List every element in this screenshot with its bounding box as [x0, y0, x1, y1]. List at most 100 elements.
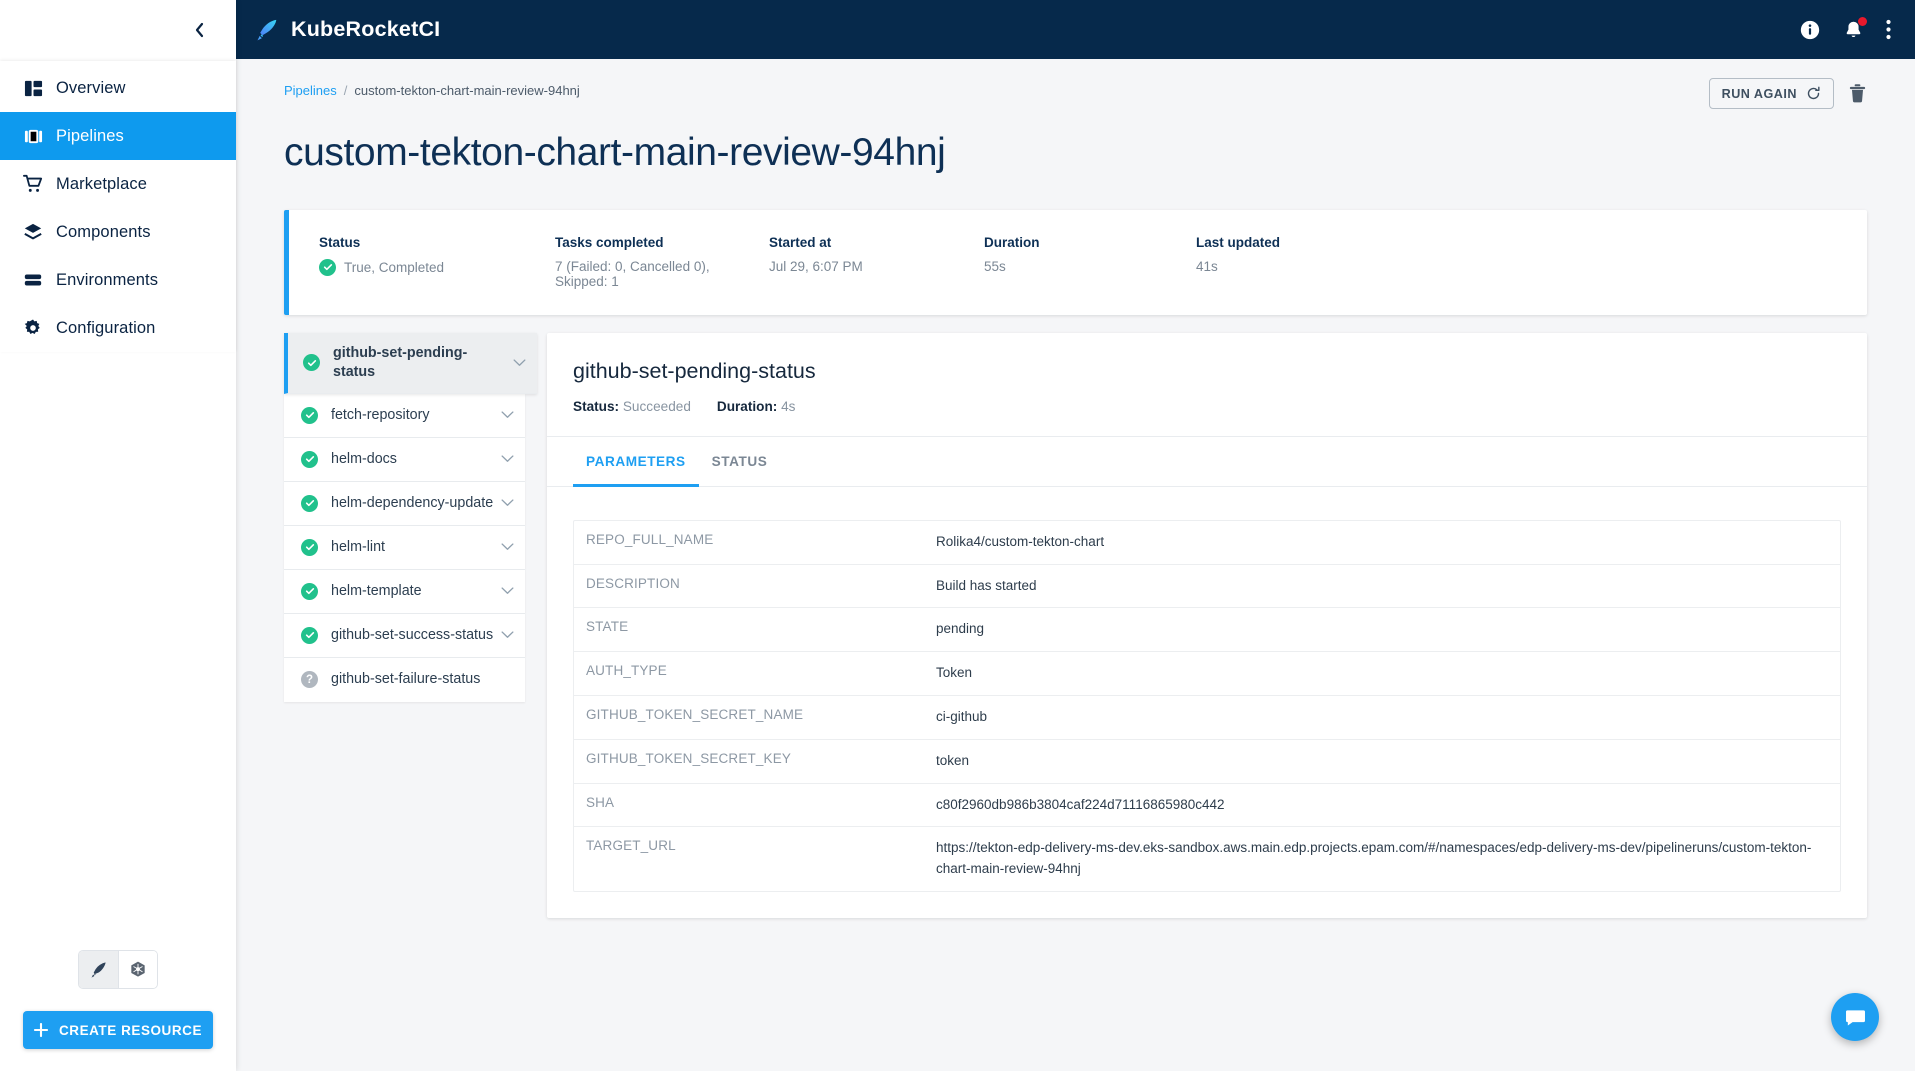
chevron-left-icon: [195, 22, 203, 37]
param-key: DESCRIPTION: [586, 575, 680, 591]
environments-icon: [10, 270, 56, 290]
task-list-item[interactable]: ? github-set-failure-status: [284, 657, 525, 702]
notification-badge: [1858, 16, 1867, 26]
task-status: Status: Succeeded: [573, 399, 691, 414]
sidebar-item-marketplace[interactable]: Marketplace: [0, 160, 236, 208]
sidebar-item-label: Pipelines: [56, 126, 124, 145]
task-name: fetch-repository: [331, 406, 430, 423]
check-circle-icon: [301, 450, 318, 468]
check-circle-icon: [301, 626, 318, 644]
status-summary-card: Status True, Completed Tasks completed 7…: [284, 209, 1867, 315]
stat-duration: Duration 55s: [954, 235, 1166, 289]
breadcrumb-link-pipelines[interactable]: Pipelines: [284, 83, 337, 98]
sidebar-nav: Overview Pipelines Marketplace Component…: [0, 61, 236, 352]
param-key: SHA: [586, 794, 615, 810]
more-vertical-icon[interactable]: [1886, 19, 1891, 40]
sidebar-item-components[interactable]: Components: [0, 208, 236, 256]
table-row: TARGET_URL https://tekton-edp-delivery-m…: [574, 827, 1840, 891]
page-content: Pipelines / custom-tekton-chart-main-rev…: [236, 59, 1915, 1071]
stat-value-wrap: True, Completed: [319, 258, 525, 276]
tab-status[interactable]: STATUS: [699, 437, 781, 487]
task-name: github-set-success-status: [331, 626, 494, 643]
task-name: github-set-failure-status: [331, 671, 481, 688]
sidebar-header: [0, 0, 236, 59]
kubernetes-helm-icon: [131, 961, 145, 977]
chevron-down-icon[interactable]: [501, 499, 515, 507]
param-value: ci-github: [936, 708, 988, 724]
stat-label: Duration: [984, 234, 1040, 250]
task-name: helm-lint: [331, 538, 386, 555]
breadcrumb-separator: /: [343, 83, 348, 98]
info-icon[interactable]: [1799, 19, 1821, 41]
sidebar-item-configuration[interactable]: Configuration: [0, 304, 236, 352]
tab-parameters[interactable]: PARAMETERS: [573, 437, 699, 487]
brand[interactable]: KubeRocketCI: [254, 17, 440, 43]
check-circle-icon: [301, 494, 318, 512]
sidebar-item-environments[interactable]: Environments: [0, 256, 236, 304]
chevron-down-icon[interactable]: [501, 631, 515, 639]
run-again-button[interactable]: RUN AGAIN: [1708, 78, 1834, 109]
chevron-down-icon[interactable]: [501, 543, 515, 551]
stat-label: Started at: [769, 234, 832, 250]
stat-value: 41s: [1196, 258, 1218, 274]
collapse-sidebar-button[interactable]: [186, 17, 212, 43]
check-circle-icon: [319, 258, 336, 276]
delete-button[interactable]: [1848, 83, 1867, 104]
layers-icon: [10, 222, 56, 242]
stat-tasks-completed: Tasks completed 7 (Failed: 0, Cancelled …: [525, 235, 739, 289]
chat-icon: [1845, 1009, 1865, 1026]
sidebar-footer: CREATE RESOURCE: [0, 950, 236, 1071]
task-list-item[interactable]: fetch-repository: [284, 393, 525, 438]
stat-label: Last updated: [1196, 234, 1281, 250]
sidebar-item-pipelines[interactable]: Pipelines: [0, 112, 236, 160]
param-key: REPO_FULL_NAME: [586, 531, 714, 547]
sidebar-item-label: Environments: [56, 270, 159, 289]
task-list-item[interactable]: github-set-success-status: [284, 613, 525, 658]
param-value: Token: [936, 665, 973, 681]
task-duration: Duration: 4s: [717, 399, 796, 414]
breadcrumb: Pipelines / custom-tekton-chart-main-rev…: [284, 83, 580, 98]
trash-icon: [1849, 84, 1866, 103]
task-status-value: Succeeded: [622, 398, 691, 414]
sidebar-item-label: Configuration: [56, 318, 156, 337]
sidebar-item-label: Components: [56, 222, 151, 241]
stat-started-at: Started at Jul 29, 6:07 PM: [739, 235, 954, 289]
task-list-item[interactable]: helm-docs: [284, 437, 525, 482]
task-name: github-set-pending-status: [333, 344, 468, 380]
task-detail-panel: github-set-pending-status Status: Succee…: [547, 332, 1867, 918]
task-detail-title: github-set-pending-status: [573, 358, 816, 383]
table-row: GITHUB_TOKEN_SECRET_NAME ci-github: [574, 696, 1840, 740]
chevron-down-icon[interactable]: [501, 587, 515, 595]
pipeline-body: github-set-pending-status fetch-reposito…: [284, 332, 1867, 978]
chevron-down-icon[interactable]: [513, 359, 527, 367]
brand-name: KubeRocketCI: [291, 17, 441, 41]
mode-button-kubernetes[interactable]: [118, 951, 157, 988]
chat-button[interactable]: [1831, 993, 1879, 1041]
stat-value: True, Completed: [344, 259, 445, 275]
param-value: Rolika4/custom-tekton-chart: [936, 533, 1105, 549]
topbar: KubeRocketCI: [236, 0, 1915, 59]
sidebar: Overview Pipelines Marketplace Component…: [0, 0, 236, 1071]
task-list-item[interactable]: helm-lint: [284, 525, 525, 570]
stat-last-updated: Last updated 41s: [1166, 235, 1280, 289]
bell-icon[interactable]: [1843, 16, 1867, 41]
task-list-item[interactable]: helm-dependency-update: [284, 481, 525, 526]
task-list-item[interactable]: github-set-pending-status: [284, 332, 537, 394]
breadcrumb-current: custom-tekton-chart-main-review-94hnj: [354, 83, 580, 98]
check-circle-icon: [301, 538, 318, 556]
header-actions: RUN AGAIN: [1708, 78, 1867, 109]
breadcrumb-row: Pipelines / custom-tekton-chart-main-rev…: [284, 78, 1867, 109]
chevron-down-icon[interactable]: [501, 455, 515, 463]
page-title: custom-tekton-chart-main-review-94hnj: [284, 131, 946, 174]
table-row: GITHUB_TOKEN_SECRET_KEY token: [574, 740, 1840, 784]
main-area: KubeRocketCI Pipelines / custom-tekton-c…: [236, 0, 1915, 1071]
task-detail-header: github-set-pending-status Status: Succee…: [547, 333, 1867, 437]
task-list-item[interactable]: helm-template: [284, 569, 525, 614]
sidebar-item-label: Marketplace: [56, 174, 147, 193]
dashboard-icon: [10, 79, 56, 98]
create-resource-label: CREATE RESOURCE: [58, 1022, 202, 1038]
mode-button-kuberocket[interactable]: [79, 951, 118, 988]
create-resource-button[interactable]: CREATE RESOURCE: [23, 1011, 213, 1049]
chevron-down-icon[interactable]: [501, 411, 515, 419]
sidebar-item-overview[interactable]: Overview: [0, 64, 236, 112]
